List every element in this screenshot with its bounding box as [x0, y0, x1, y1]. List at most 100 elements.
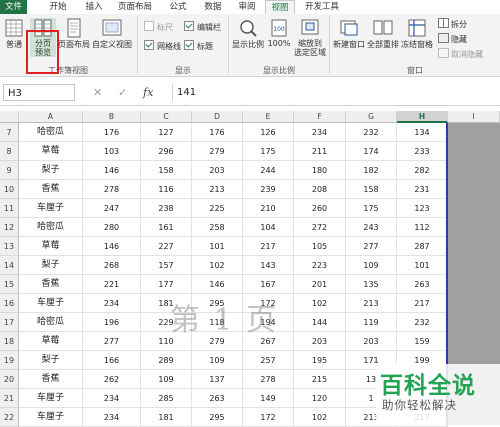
value-cell[interactable]: 225	[192, 199, 243, 218]
tab-file[interactable]: 文件	[0, 0, 27, 14]
value-cell[interactable]: 157	[141, 256, 192, 275]
row-header[interactable]: 8	[0, 142, 19, 161]
value-cell[interactable]: 223	[294, 256, 346, 275]
row-header[interactable]: 21	[0, 389, 19, 408]
fruit-name-cell[interactable]: 哈密瓜	[19, 123, 83, 142]
value-cell[interactable]: 101	[192, 237, 243, 256]
value-cell[interactable]: 289	[141, 351, 192, 370]
value-cell[interactable]: 268	[83, 256, 141, 275]
fruit-name-cell[interactable]: 车厘子	[19, 408, 83, 427]
insert-function-icon[interactable]: fx	[143, 84, 153, 101]
row-header[interactable]: 14	[0, 256, 19, 275]
value-cell[interactable]: 123	[397, 199, 448, 218]
value-cell[interactable]: 161	[141, 218, 192, 237]
value-cell[interactable]: 278	[243, 370, 294, 389]
value-cell[interactable]: 280	[83, 218, 141, 237]
column-header-b[interactable]: B	[83, 111, 141, 123]
value-cell[interactable]: 221	[83, 275, 141, 294]
value-cell[interactable]: 232	[397, 313, 448, 332]
row-header[interactable]: 12	[0, 218, 19, 237]
value-cell[interactable]: 234	[294, 123, 346, 142]
column-header-d[interactable]: D	[192, 111, 243, 123]
value-cell[interactable]: 277	[346, 237, 397, 256]
value-cell[interactable]: 149	[243, 389, 294, 408]
value-cell[interactable]: 203	[294, 332, 346, 351]
value-cell[interactable]: 143	[243, 256, 294, 275]
column-header-h[interactable]: H	[397, 111, 448, 123]
tab-home[interactable]: 开始	[44, 0, 72, 14]
value-cell[interactable]: 109	[346, 256, 397, 275]
freeze-panes-button[interactable]: 冻结窗格	[400, 18, 434, 50]
value-cell[interactable]: 116	[141, 180, 192, 199]
value-cell[interactable]: 146	[192, 275, 243, 294]
value-cell[interactable]: 277	[83, 332, 141, 351]
split-button[interactable]: 拆分	[438, 18, 467, 30]
row-header[interactable]: 16	[0, 294, 19, 313]
value-cell[interactable]: 135	[346, 275, 397, 294]
value-cell[interactable]: 282	[397, 161, 448, 180]
value-cell[interactable]: 177	[141, 275, 192, 294]
value-cell[interactable]: 279	[192, 142, 243, 161]
value-cell[interactable]: 144	[294, 313, 346, 332]
fruit-name-cell[interactable]: 车厘子	[19, 294, 83, 313]
value-cell[interactable]: 210	[243, 199, 294, 218]
fruit-name-cell[interactable]: 车厘子	[19, 389, 83, 408]
fruit-name-cell[interactable]: 香蕉	[19, 180, 83, 199]
value-cell[interactable]: 180	[294, 161, 346, 180]
row-header[interactable]: 10	[0, 180, 19, 199]
value-cell[interactable]: 101	[397, 256, 448, 275]
value-cell[interactable]: 239	[243, 180, 294, 199]
value-cell[interactable]: 243	[346, 218, 397, 237]
value-cell[interactable]: 181	[141, 408, 192, 427]
value-cell[interactable]: 227	[141, 237, 192, 256]
row-header[interactable]: 18	[0, 332, 19, 351]
value-cell[interactable]: 126	[243, 123, 294, 142]
value-cell[interactable]: 146	[83, 161, 141, 180]
tab-page-layout[interactable]: 页面布局	[113, 0, 157, 14]
column-header-e[interactable]: E	[243, 111, 294, 123]
zoom-to-selection-button[interactable]: 缩放到 选定区域	[292, 18, 328, 57]
new-window-button[interactable]: 新建窗口	[332, 18, 366, 50]
value-cell[interactable]: 175	[243, 142, 294, 161]
fruit-name-cell[interactable]: 香蕉	[19, 275, 83, 294]
fruit-name-cell[interactable]: 草莓	[19, 237, 83, 256]
tab-data[interactable]: 数据	[199, 0, 227, 14]
value-cell[interactable]: 182	[346, 161, 397, 180]
value-cell[interactable]: 105	[294, 237, 346, 256]
row-header[interactable]: 9	[0, 161, 19, 180]
value-cell[interactable]: 211	[294, 142, 346, 161]
zoom-button[interactable]: 显示比例	[230, 18, 266, 50]
row-header[interactable]: 20	[0, 370, 19, 389]
value-cell[interactable]: 238	[141, 199, 192, 218]
fruit-name-cell[interactable]: 车厘子	[19, 199, 83, 218]
arrange-all-button[interactable]: 全部重排	[366, 18, 400, 50]
value-cell[interactable]: 102	[192, 256, 243, 275]
tab-formulas[interactable]: 公式	[164, 0, 192, 14]
page-layout-view-button[interactable]: 页面布局	[58, 18, 90, 50]
value-cell[interactable]: 137	[192, 370, 243, 389]
value-cell[interactable]: 233	[397, 142, 448, 161]
value-cell[interactable]: 112	[397, 218, 448, 237]
row-header[interactable]: 13	[0, 237, 19, 256]
value-cell[interactable]: 296	[141, 142, 192, 161]
value-cell[interactable]: 234	[83, 294, 141, 313]
fruit-name-cell[interactable]: 梨子	[19, 161, 83, 180]
value-cell[interactable]: 262	[83, 370, 141, 389]
tab-review[interactable]: 审阅	[233, 0, 261, 14]
value-cell[interactable]: 195	[294, 351, 346, 370]
row-header[interactable]: 19	[0, 351, 19, 370]
value-cell[interactable]: 260	[294, 199, 346, 218]
value-cell[interactable]: 134	[397, 123, 448, 142]
value-cell[interactable]: 119	[346, 313, 397, 332]
value-cell[interactable]: 167	[243, 275, 294, 294]
fruit-name-cell[interactable]: 草莓	[19, 332, 83, 351]
value-cell[interactable]: 213	[346, 294, 397, 313]
enter-icon[interactable]: ✓	[118, 84, 127, 101]
value-cell[interactable]: 272	[294, 218, 346, 237]
row-header[interactable]: 7	[0, 123, 19, 142]
value-cell[interactable]: 104	[243, 218, 294, 237]
row-header[interactable]: 17	[0, 313, 19, 332]
value-cell[interactable]: 176	[192, 123, 243, 142]
value-cell[interactable]: 247	[83, 199, 141, 218]
value-cell[interactable]: 203	[346, 332, 397, 351]
